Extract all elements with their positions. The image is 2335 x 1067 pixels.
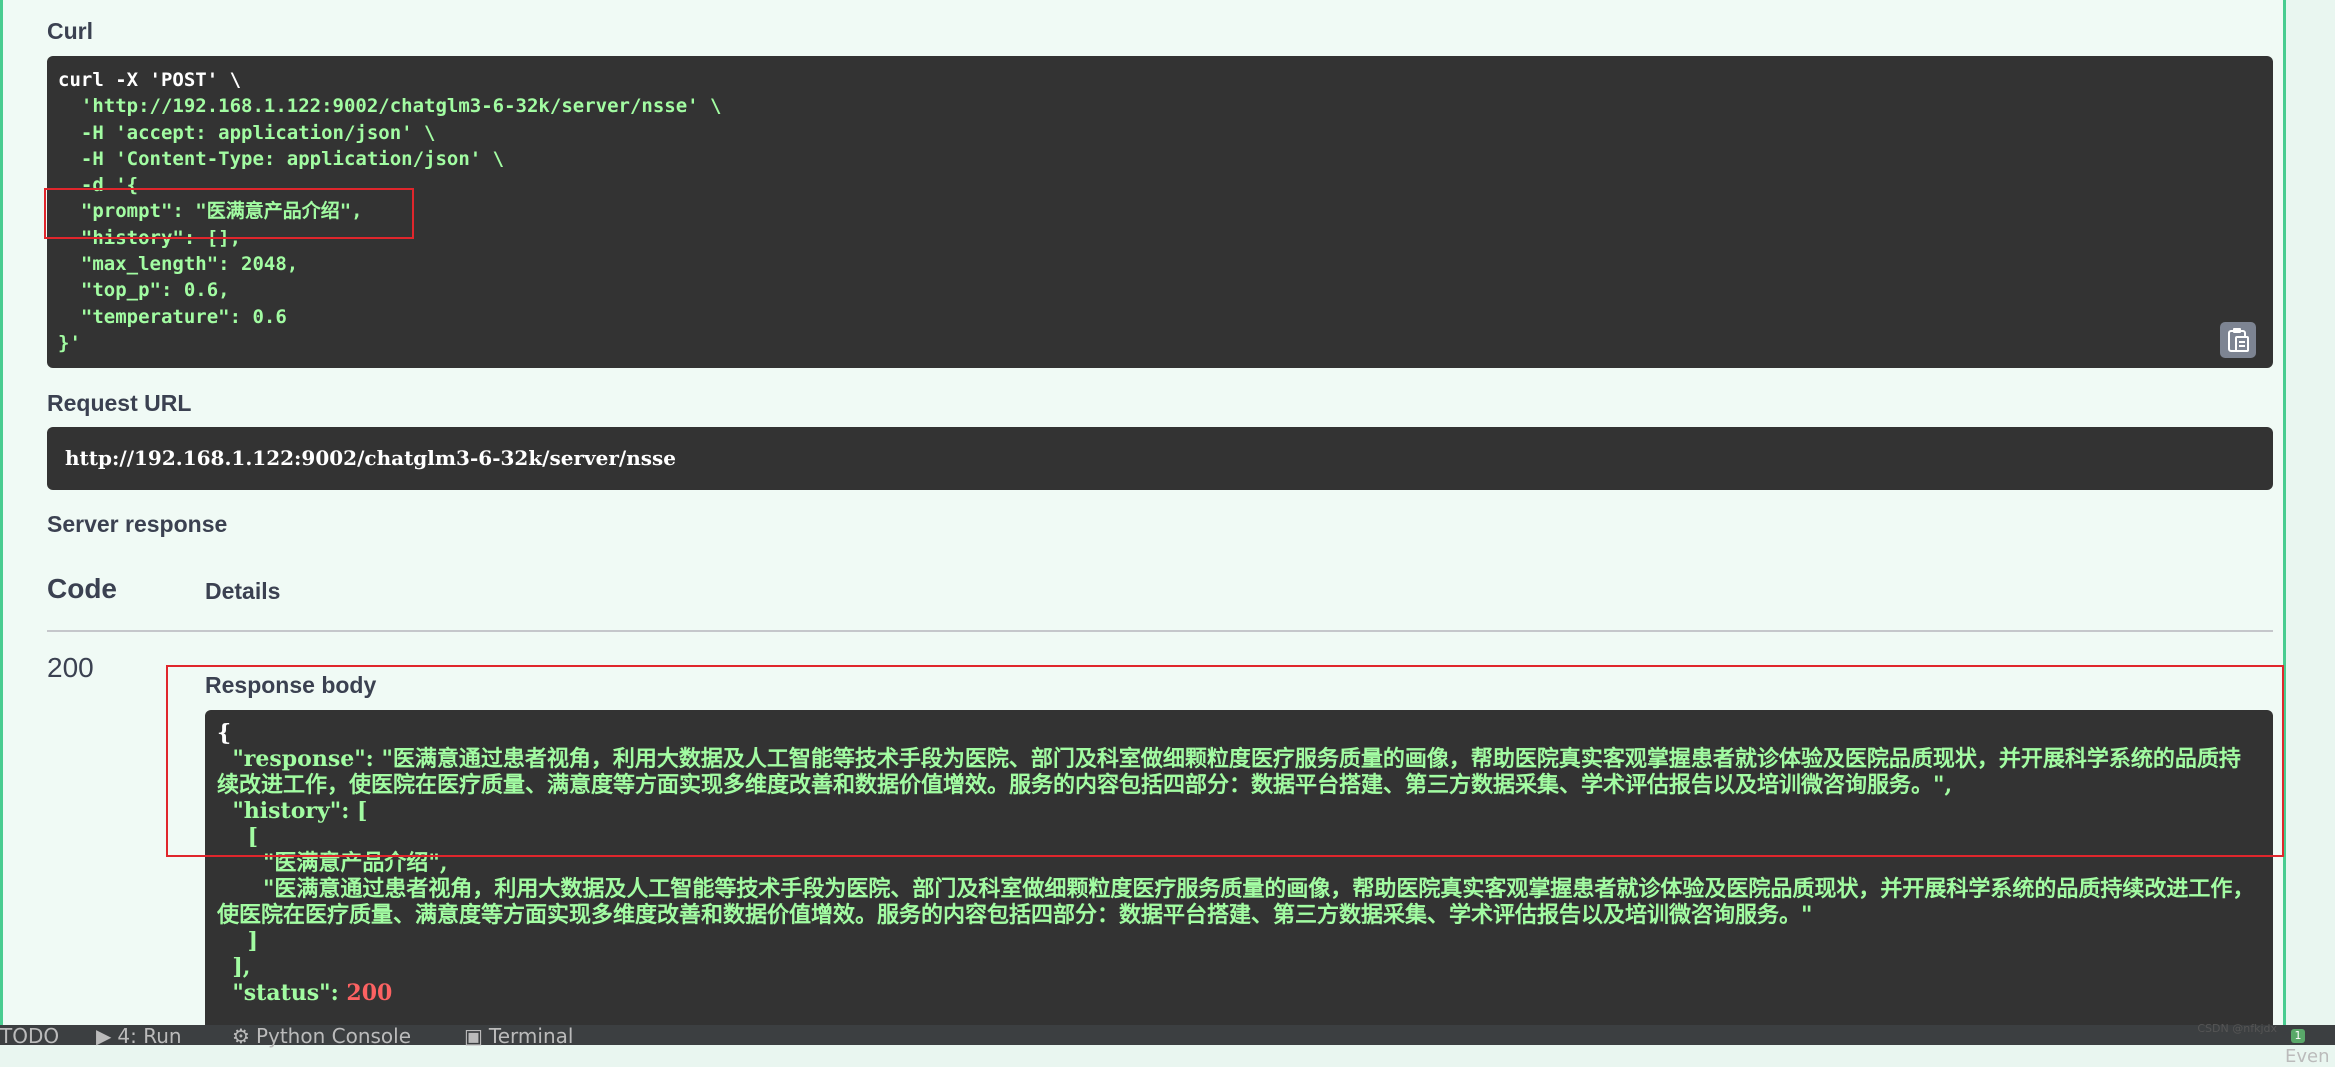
curl-line: "top_p": 0.6, xyxy=(58,279,230,302)
request-url-value: http://192.168.1.122:9002/chatglm3-6-32k… xyxy=(65,446,676,470)
curl-line: curl -X 'POST' \ xyxy=(58,69,242,91)
code-column-header: Code xyxy=(47,573,117,604)
run-icon: ▶ xyxy=(96,1024,112,1048)
copy-to-clipboard-button[interactable] xyxy=(2220,322,2256,358)
page-scrollbar[interactable] xyxy=(2295,0,2335,1025)
curl-line: "temperature": 0.6 xyxy=(58,305,287,328)
curl-line: }' xyxy=(58,331,81,354)
curl-title: Curl xyxy=(47,18,93,44)
ide-bottom-toolbar: TODO ▶ 4: Run ⚙ Python Console ▣ Terminal xyxy=(0,1024,2335,1048)
request-url-block: http://192.168.1.122:9002/chatglm3-6-32k… xyxy=(47,427,2273,490)
python-console-tab[interactable]: ⚙ Python Console xyxy=(232,1024,411,1048)
server-response-title: Server response xyxy=(47,511,228,537)
python-icon: ⚙ xyxy=(232,1024,250,1048)
response-line: "医满意通过患者视角，利用大数据及人工智能等技术手段为医院、部门及科室做细颗粒度… xyxy=(217,876,2255,928)
response-line: ], xyxy=(217,954,251,980)
event-count-icon: 1 xyxy=(2291,1029,2305,1043)
curl-line: -H 'accept: application/json' \ xyxy=(58,121,436,144)
terminal-icon: ▣ xyxy=(464,1024,483,1048)
curl-line: 'http://192.168.1.122:9002/chatglm3-6-32… xyxy=(58,95,722,118)
event-log-tab[interactable]: 1Even xyxy=(2285,1025,2335,1067)
csdn-watermark: CSDN @nfkjdx xyxy=(2197,1022,2277,1035)
clipboard-icon xyxy=(2228,328,2249,352)
details-column-header: Details xyxy=(205,578,281,604)
response-line-status: "status": 200 xyxy=(217,980,393,1006)
terminal-tab[interactable]: ▣ Terminal xyxy=(464,1024,573,1048)
todo-tab[interactable]: TODO xyxy=(0,1024,59,1048)
response-highlight-box xyxy=(166,665,2284,857)
response-status-code: 200 xyxy=(47,652,94,683)
request-url-title: Request URL xyxy=(47,390,192,416)
curl-line: "max_length": 2048, xyxy=(58,253,299,276)
prompt-highlight-box xyxy=(44,188,414,239)
run-tab[interactable]: ▶ 4: Run xyxy=(96,1024,182,1048)
header-divider xyxy=(47,630,2273,632)
response-line: ] xyxy=(217,928,259,954)
curl-line: -H 'Content-Type: application/json' \ xyxy=(58,147,505,170)
api-operation-panel: Curl curl -X 'POST' \ 'http://192.168.1.… xyxy=(0,0,2286,1045)
